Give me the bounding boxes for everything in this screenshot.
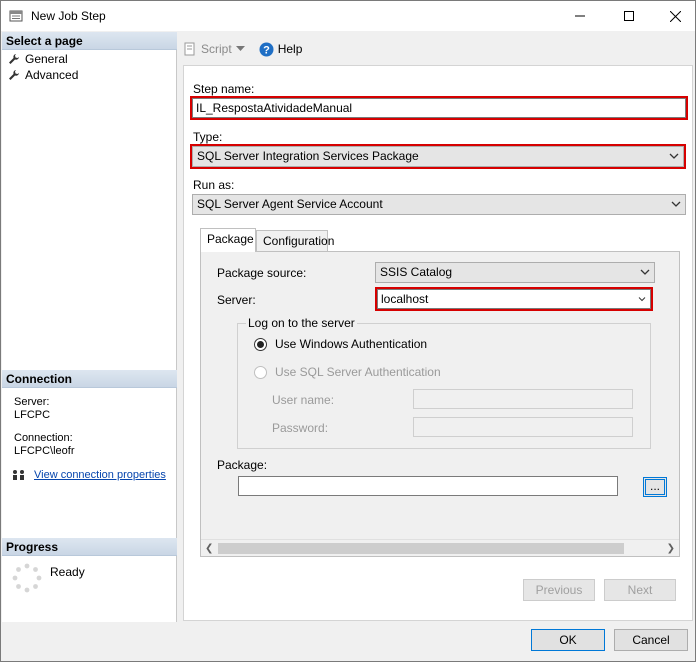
run-as-select[interactable]: SQL Server Agent Service Account bbox=[192, 194, 686, 215]
scroll-left-icon[interactable]: ❮ bbox=[205, 543, 213, 554]
package-source-select[interactable]: SSIS Catalog bbox=[375, 262, 655, 283]
previous-button[interactable]: Previous bbox=[523, 579, 595, 601]
script-icon bbox=[184, 42, 195, 56]
script-label: Script bbox=[201, 42, 232, 56]
page-advanced[interactable]: Advanced bbox=[8, 67, 78, 83]
password-input[interactable] bbox=[413, 417, 633, 437]
script-button[interactable]: Script bbox=[183, 42, 245, 56]
windows-auth-label: Use Windows Authentication bbox=[275, 337, 428, 351]
wrench-icon bbox=[9, 70, 19, 80]
minimize-button[interactable] bbox=[557, 1, 603, 31]
type-select-value: SQL Server Integration Services Package bbox=[197, 149, 419, 163]
maximize-button[interactable] bbox=[606, 1, 652, 31]
page-general-label: General bbox=[25, 52, 68, 66]
server-input[interactable]: localhost bbox=[375, 287, 653, 311]
page-advanced-label: Advanced bbox=[25, 68, 79, 82]
package-source-label: Package source: bbox=[217, 266, 307, 280]
server-value: LFCPC bbox=[14, 409, 51, 421]
job-step-icon bbox=[9, 10, 23, 22]
package-input[interactable] bbox=[238, 476, 618, 496]
radio-selected-icon bbox=[254, 337, 267, 351]
title-bar: New Job Step bbox=[1, 1, 695, 31]
tab-package[interactable]: Package bbox=[200, 228, 256, 252]
next-button[interactable]: Next bbox=[604, 579, 676, 601]
close-button[interactable] bbox=[652, 1, 696, 31]
new-job-step-dialog: New Job Step Select a page General Advan… bbox=[0, 0, 696, 662]
chevron-down-icon bbox=[669, 153, 679, 159]
ok-button[interactable]: OK bbox=[531, 629, 605, 651]
horizontal-scrollbar[interactable]: ❮ ❯ bbox=[201, 539, 679, 556]
step-name-input[interactable]: IL_RespostaAtividadeManual bbox=[190, 96, 688, 120]
package-tab-panel: Package source: SSIS Catalog Server: loc… bbox=[200, 251, 680, 557]
connection-header: Connection bbox=[2, 370, 177, 388]
connection-label: Connection: bbox=[14, 432, 73, 444]
help-button[interactable]: ? Help bbox=[259, 42, 303, 57]
sql-auth-radio[interactable]: Use SQL Server Authentication bbox=[254, 365, 441, 379]
maximize-icon bbox=[624, 11, 634, 21]
sql-auth-label: Use SQL Server Authentication bbox=[275, 365, 441, 379]
help-icon: ? bbox=[259, 42, 274, 56]
view-connection-properties[interactable]: View connection properties bbox=[12, 469, 166, 481]
scroll-right-icon[interactable]: ❯ bbox=[667, 543, 675, 554]
page-general[interactable]: General bbox=[8, 51, 68, 67]
type-select[interactable]: SQL Server Integration Services Package bbox=[190, 144, 686, 169]
logon-groupbox: Log on to the server Use Windows Authent… bbox=[237, 316, 651, 449]
progress-header: Progress bbox=[2, 538, 177, 556]
wrench-icon bbox=[9, 54, 19, 64]
progress-status: Ready bbox=[50, 565, 85, 579]
server-label: Server: bbox=[14, 396, 50, 408]
windows-auth-radio[interactable]: Use Windows Authentication bbox=[254, 337, 427, 351]
password-label: Password: bbox=[272, 421, 329, 435]
chevron-down-icon bbox=[638, 297, 646, 302]
tab-configuration[interactable]: Configuration bbox=[256, 230, 334, 252]
server-input-value: localhost bbox=[381, 292, 429, 306]
svg-text:?: ? bbox=[263, 44, 270, 56]
close-icon bbox=[669, 10, 681, 22]
cancel-button[interactable]: Cancel bbox=[614, 629, 688, 651]
chevron-down-icon bbox=[640, 269, 650, 275]
type-label: Type: bbox=[193, 130, 223, 144]
help-label: Help bbox=[277, 42, 303, 56]
logon-group-title: Log on to the server bbox=[246, 316, 357, 330]
scroll-thumb[interactable] bbox=[218, 543, 624, 554]
progress-spinner-icon bbox=[12, 563, 42, 593]
run-as-label: Run as: bbox=[193, 178, 235, 192]
browse-package-button[interactable]: ... bbox=[643, 477, 667, 497]
window-title: New Job Step bbox=[31, 9, 106, 23]
package-label: Package: bbox=[217, 458, 268, 472]
general-page: Step name: IL_RespostaAtividadeManual Ty… bbox=[183, 65, 693, 621]
view-connection-properties-link[interactable]: View connection properties bbox=[34, 469, 166, 481]
package-source-value: SSIS Catalog bbox=[380, 265, 453, 279]
chevron-down-icon bbox=[235, 46, 245, 51]
step-name-label: Step name: bbox=[193, 82, 255, 96]
radio-unselected-icon bbox=[254, 365, 267, 379]
server-label: Server: bbox=[217, 293, 256, 307]
username-input[interactable] bbox=[413, 389, 633, 409]
connection-value: LFCPC\leofr bbox=[14, 445, 75, 457]
username-label: User name: bbox=[272, 393, 335, 407]
toolbar: Script ? Help bbox=[183, 39, 302, 59]
select-page-header: Select a page bbox=[2, 32, 177, 50]
run-as-select-value: SQL Server Agent Service Account bbox=[197, 197, 383, 211]
minimize-icon bbox=[575, 15, 585, 17]
chevron-down-icon bbox=[671, 201, 681, 207]
left-pane: Select a page General Advanced Connectio… bbox=[2, 32, 177, 622]
connection-properties-icon bbox=[13, 470, 24, 480]
